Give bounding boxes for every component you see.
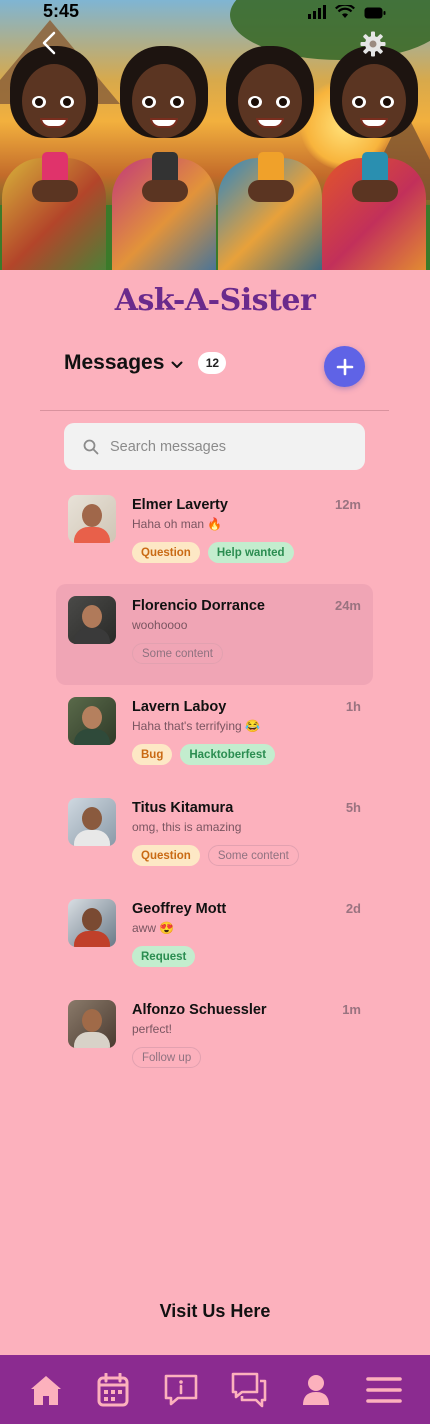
signal-icon [308,5,326,19]
conversation-list: Elmer Laverty 12m Haha oh man 🔥 Question… [56,483,373,1089]
message-count-badge: 12 [198,352,227,374]
contact-name: Alfonzo Schuessler [132,1002,267,1018]
bottom-tab-bar [0,1355,430,1424]
tag-some-content[interactable]: Some content [207,845,299,866]
chat-icon [231,1372,267,1407]
messages-header: Messages 12 [64,351,227,375]
contact-name: Lavern Laboy [132,699,227,715]
tab-menu[interactable] [360,1366,408,1414]
message-preview: Haha that's terrifying 😂 [132,719,260,733]
back-button[interactable] [36,30,62,56]
tag-list: Question Some content [132,845,299,866]
tab-profile[interactable] [292,1366,340,1414]
contact-name: Elmer Laverty [132,497,228,513]
conversation-item[interactable]: Geoffrey Mott 2d aww 😍 Request [56,887,373,988]
conversation-item[interactable]: Florencio Dorrance 24m woohoooo Some con… [56,584,373,685]
status-time: 5:45 [43,1,80,21]
message-time: 1m [342,1002,361,1017]
info-message-icon [164,1374,198,1405]
chevron-down-icon[interactable] [171,361,183,369]
message-preview: aww 😍 [132,921,175,935]
tag-list: Some content [132,643,223,664]
avatar [68,495,116,543]
contact-name: Florencio Dorrance [132,598,265,614]
home-icon [30,1375,61,1405]
messages-title[interactable]: Messages [64,351,164,375]
message-preview: Haha oh man 🔥 [132,517,223,531]
tab-info[interactable] [157,1366,205,1414]
tag-question[interactable]: Question [132,542,200,563]
search-input[interactable] [110,438,350,455]
girl-figure [322,40,426,270]
tag-bug[interactable]: Bug [132,744,173,765]
conversation-item[interactable]: Elmer Laverty 12m Haha oh man 🔥 Question… [56,483,373,584]
message-time: 5h [345,800,361,815]
tag-follow-up[interactable]: Follow up [132,1047,202,1068]
avatar [68,596,116,644]
tag-list: Request [132,946,196,967]
tag-hacktoberfest[interactable]: Hacktoberfest [180,744,276,765]
avatar [68,899,116,947]
conversation-item[interactable]: Titus Kitamura 5h omg, this is amazing Q… [56,786,373,887]
contact-name: Geoffrey Mott [132,901,227,917]
chevron-left-icon [42,31,56,55]
tag-list: Follow up [132,1047,202,1068]
search-icon [83,439,99,454]
message-time: 2d [345,901,361,916]
profile-icon [303,1374,330,1405]
message-time: 1h [345,699,361,714]
battery-icon [364,7,386,19]
tab-calendar[interactable] [89,1366,137,1414]
girl-figure [2,40,106,270]
conversation-item[interactable]: Alfonzo Schuessler 1m perfect! Follow up [56,988,373,1089]
tag-list: Bug Hacktoberfest [132,744,276,765]
message-time: 12m [334,497,361,512]
tab-home[interactable] [22,1366,70,1414]
avatar [68,1000,116,1048]
tag-list: Question Help wanted [132,542,294,563]
contact-name: Titus Kitamura [132,800,234,816]
message-time: 24m [334,598,361,613]
gear-icon [360,31,386,57]
avatar [68,798,116,846]
tag-some-content[interactable]: Some content [132,643,223,664]
girl-figure [112,40,216,270]
conversation-item[interactable]: Lavern Laboy 1h Haha that's terrifying 😂… [56,685,373,786]
calendar-icon [97,1372,129,1406]
avatar [68,697,116,745]
settings-button[interactable] [359,30,387,58]
girl-figure [218,40,322,270]
new-message-button[interactable] [324,346,365,387]
menu-icon [366,1376,402,1403]
tag-help-wanted[interactable]: Help wanted [207,542,294,563]
plus-icon [336,358,353,375]
visit-us-link[interactable]: Visit Us Here [0,1301,430,1322]
tag-question[interactable]: Question [132,845,200,866]
tag-request[interactable]: Request [132,946,196,967]
tab-chat[interactable] [225,1366,273,1414]
divider [40,410,389,411]
wifi-icon [335,5,355,18]
message-preview: perfect! [132,1022,173,1036]
search-bar [64,423,365,470]
app-title: Ask-A-Sister [114,283,316,318]
message-preview: woohoooo [132,618,188,632]
message-preview: omg, this is amazing [132,820,242,834]
status-icons [308,5,386,19]
